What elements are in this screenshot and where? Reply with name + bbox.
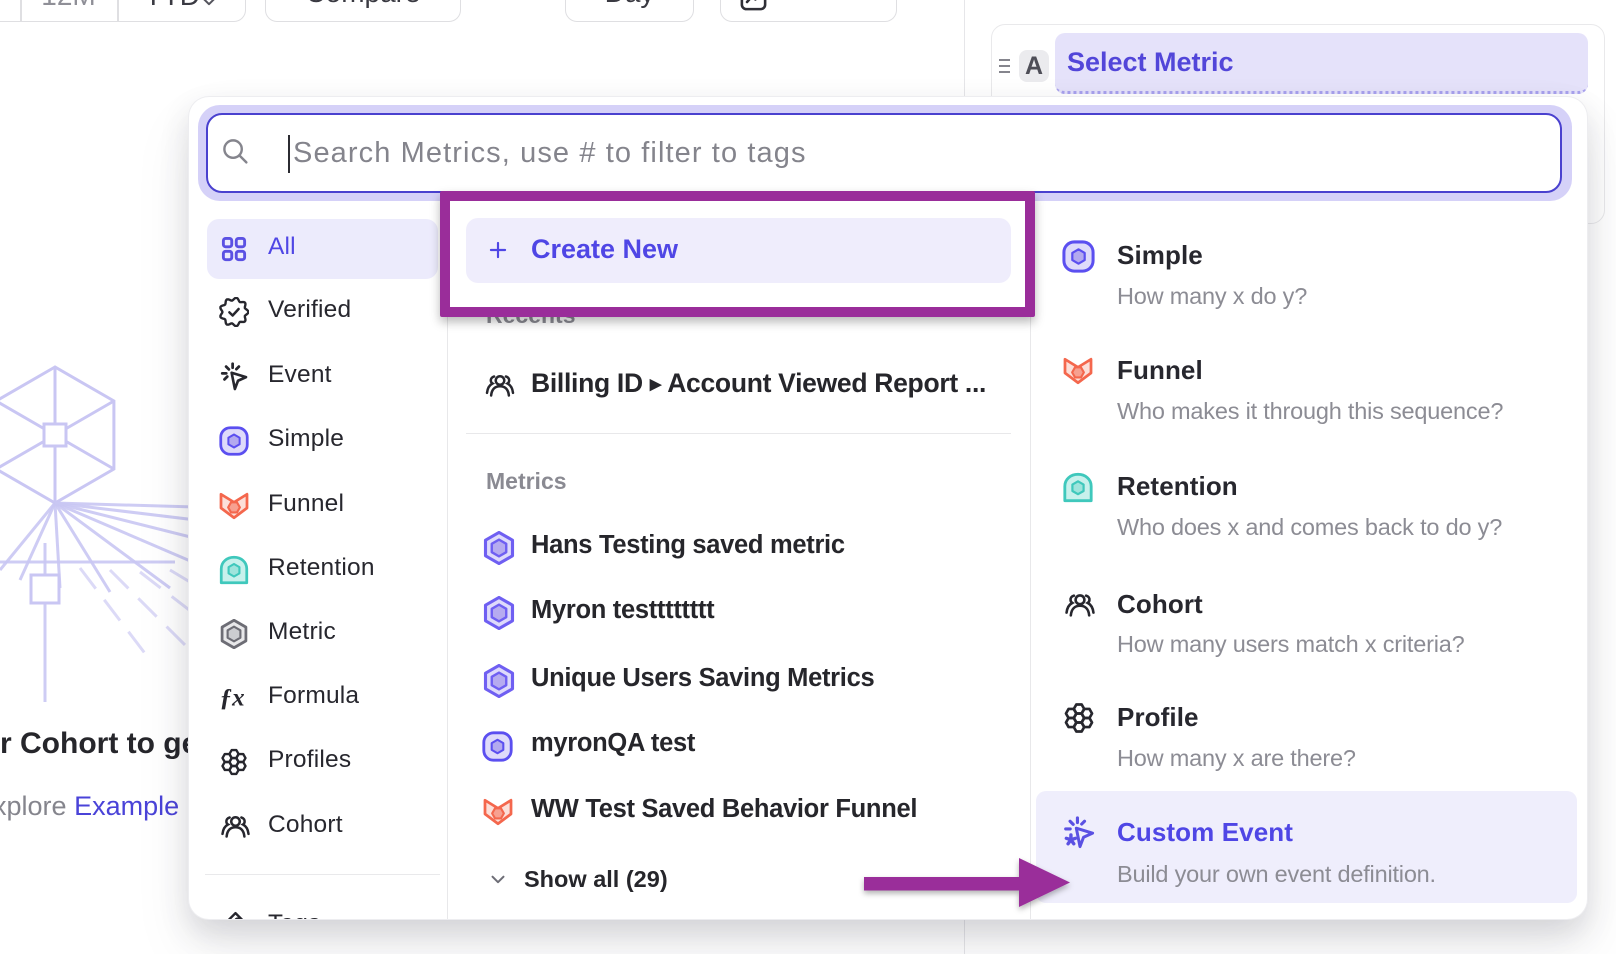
- svg-text:ƒx: ƒx: [220, 684, 245, 711]
